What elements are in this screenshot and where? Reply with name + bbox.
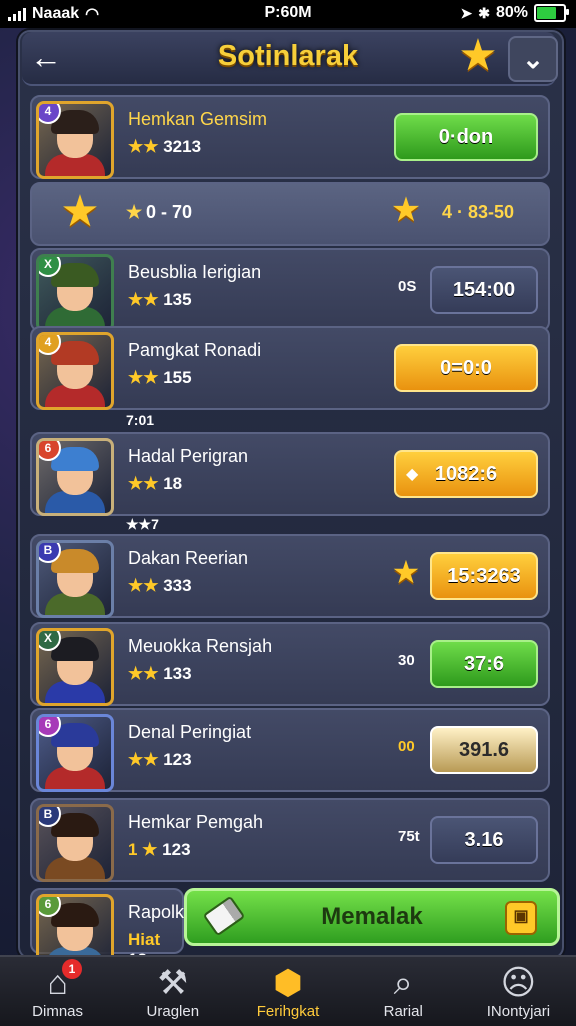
leaderboard-row[interactable]: B Hemkar Pemgah 1 ★ 123 75t 3.16 [30,798,550,882]
row-note: ★★7 [126,516,159,532]
status-bar: Naaak ◠ P:60M ➤ ✱ 80% [0,0,576,28]
player-score: 18 [163,474,183,493]
avatar: B [36,540,114,618]
nav-label: Uraglen [146,1003,200,1020]
nav-item[interactable]: ⬢ Ferihgkat [230,957,345,1026]
row-action-button[interactable]: 154:00 [430,266,538,314]
row-action-button[interactable]: 0·don [394,113,538,161]
player-score: 123 [163,750,192,769]
rating-stars: ★★ [128,474,159,493]
nav-item[interactable]: ⌂ Dimnas 1 [0,957,115,1026]
rating-stars: ★★ [128,664,159,683]
leaderboard-row[interactable]: 6 Hadal Perigran ★★ 18 1082:6 ◆ [30,432,550,516]
player-rating: ★★ 333 [128,576,192,596]
nav-item[interactable]: ⚒ Uraglen [115,957,230,1026]
star-icon: ★ [60,187,100,236]
leaderboard-row[interactable]: 6RapolkeHiat 13 [30,888,194,972]
avatar: X [36,628,114,706]
row-note: 7:01 [126,412,155,428]
rating-stars: ★★ [128,750,159,769]
notification-badge: 1 [62,959,82,979]
side-value: 75t [398,828,420,845]
chevron-down-icon[interactable]: ⌄ [508,36,558,82]
leaderboard-row[interactable]: 4 Hemkan Gemsim ★★ 3213 0·don [30,95,550,179]
row-action-button[interactable]: 3.16 [430,816,538,864]
nav-label: Ferihgkat [256,1003,320,1020]
side-value: 00 [398,738,415,755]
player-score: 3213 [163,137,202,156]
player-score: 135 [163,290,192,309]
row-action-button[interactable]: 37:6 [430,640,538,688]
search-icon: ⌕ [393,964,413,1002]
side-value: 0S [398,278,417,295]
summary-row: ★ ★ 0 - 70 ★ 4 · 83-50 [30,182,550,246]
player-rating: ★★ 123 [128,750,192,770]
trophy-badge-icon: ⬢ [273,964,303,1002]
player-rating: ★★ 18 [128,474,182,494]
player-name: Pamgkat Ronadi [128,340,262,360]
player-rating: ★★ 135 [128,290,192,310]
leaderboard-row[interactable]: B Dakan Reerian ★★ 333 15:3263 ★ [30,534,550,618]
nav-label: Rarial [383,1003,423,1020]
star-icon: ★ [391,554,421,590]
player-rating: ★★ 3213 [128,137,201,157]
rating-stars: ★★ [128,137,159,156]
side-value: 30 [398,652,415,669]
avatar: X [36,254,114,332]
bluetooth-icon: ✱ [478,4,490,21]
nav-item[interactable]: ☹ INontyjari [461,957,576,1026]
rating-stars: ★★ [128,368,159,387]
row-action-button[interactable]: 391.6 [430,726,538,774]
avatar: B [36,804,114,882]
rating-stars: ★★ [128,576,159,595]
row-action-button[interactable]: 15:3263 [430,552,538,600]
tools-icon: ⚒ [157,964,189,1002]
status-right: ➤ ✱ 80% [460,4,569,22]
summary-right-value: 4 · 83-50 [442,202,515,222]
diamond-icon: ◆ [406,466,419,483]
player-rating: ★★ 133 [128,664,192,684]
player-name: Hemkan Gemsim [128,109,268,129]
row-action-button[interactable]: 0=0:0 [394,344,538,392]
leaderboard-row[interactable]: X Beusblia Ierigian ★★ 135 0S 154:00 [30,248,550,332]
leaderboard-row[interactable]: X Meuokka Rensjah ★★ 133 30 37:6 [30,622,550,706]
rating-stars: Hiat [128,930,161,949]
nav-label: INontyjari [486,1003,551,1020]
rating-stars: ★★ [128,290,159,309]
player-score: 133 [163,664,192,683]
leaderboard-row[interactable]: 4 Pamgkat Ronadi ★★ 155 0=0:0 [30,326,550,410]
summary-left-value: 0 - 70 [146,202,193,222]
ticket-icon: ▣ [505,901,537,935]
bottom-nav: ⌂ Dimnas 1 ⚒ Uraglen ⬢ Ferihgkat ⌕ Rarial ☹ INonty… [0,955,576,1026]
player-name: Beusblia Ierigian [128,262,262,282]
player-name: Hadal Perigran [128,446,249,466]
nav-label: Dimnas [32,1003,84,1020]
player-name: Dakan Reerian [128,548,249,568]
main-action-button[interactable]: Memalak ▣ [184,888,560,946]
player-score: 333 [163,576,192,595]
player-score: 123 [162,840,191,859]
star-icon: ★ [390,191,422,229]
star-icon: ★ [458,31,498,80]
player-score: 155 [163,368,192,387]
player-name: Meuokka Rensjah [128,636,273,656]
avatar: 6 [36,438,114,516]
robot-icon: ☹ [500,964,537,1002]
leaderboard-row[interactable]: 6 Denal Peringiat ★★ 123 00 391.6 [30,708,550,792]
main-action-label: Memalak [321,903,423,930]
pencil-icon [202,895,246,937]
battery-percent: 80% [495,4,528,21]
player-rating: ★★ 155 [128,368,192,388]
avatar: 6 [36,714,114,792]
player-rating: 1 ★ 123 [128,840,191,860]
battery-icon [534,4,569,22]
player-name: Denal Peringiat [128,722,252,742]
summary-left-icon: ★ [126,202,143,222]
avatar: 4 [36,101,114,179]
player-name: Hemkar Pemgah [128,812,264,832]
rating-stars: 1 ★ [128,840,158,859]
location-icon: ➤ [460,4,473,21]
nav-item[interactable]: ⌕ Rarial [346,957,461,1026]
avatar: 4 [36,332,114,410]
